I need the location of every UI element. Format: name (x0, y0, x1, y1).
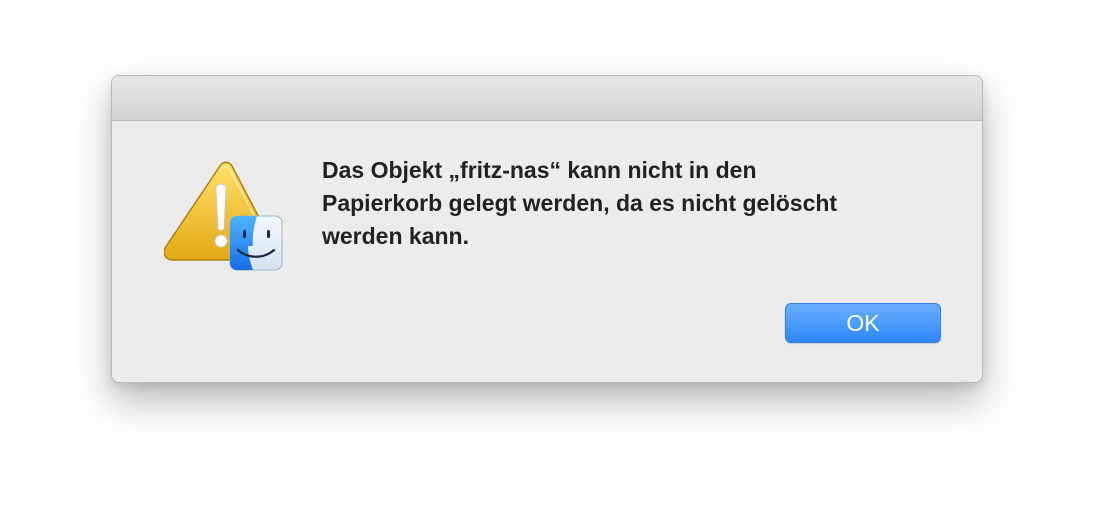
alert-message: Das Objekt „fritz-nas“ kann nicht in den… (322, 157, 838, 249)
warning-icon (164, 160, 286, 276)
dialog-titlebar[interactable] (112, 76, 982, 121)
finder-badge (229, 215, 283, 271)
alert-dialog: Das Objekt „fritz-nas“ kann nicht in den… (111, 75, 983, 383)
ok-button[interactable]: OK (785, 303, 941, 343)
